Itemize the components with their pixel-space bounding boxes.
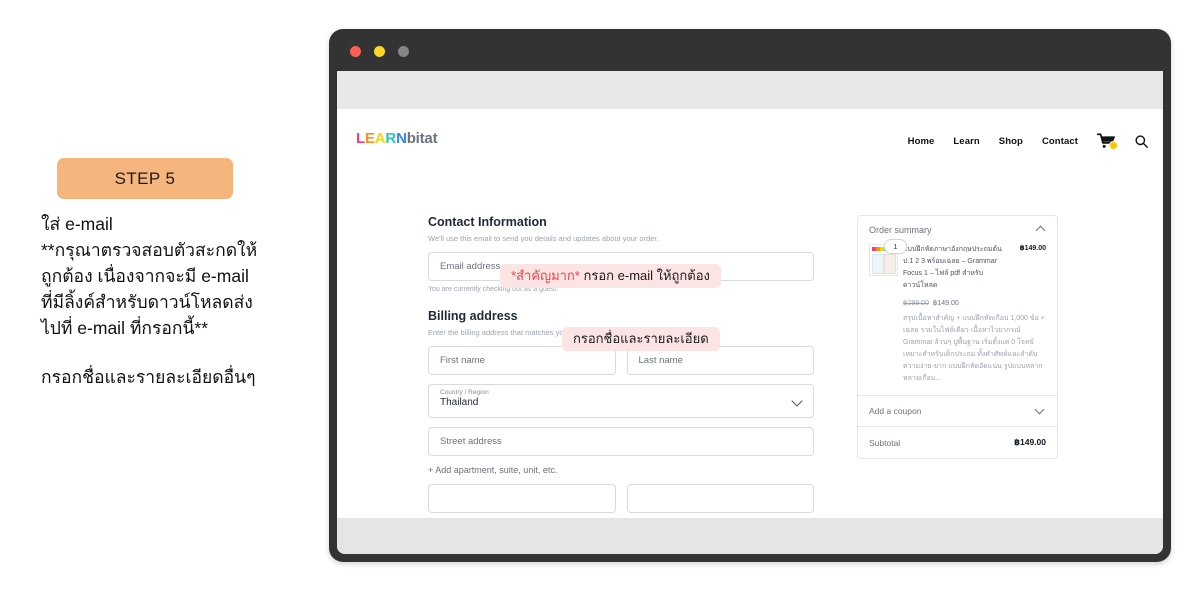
- logo-suffix: bitat: [406, 130, 438, 147]
- chevron-down-icon: [1034, 404, 1045, 415]
- logo-letter-l: L: [356, 130, 365, 147]
- chevron-up-icon: [1035, 225, 1046, 235]
- nav-item-learn[interactable]: Learn: [953, 136, 979, 147]
- name-fields-row: First name Last name: [428, 346, 814, 384]
- country-region-select[interactable]: Country / Region Thailand: [428, 384, 814, 418]
- annotation-email-text: กรอก e-mail ให้ถูกต้อง: [579, 268, 710, 283]
- instruction-line-5: ไปที่ e-mail ที่กรอกนี้**: [41, 317, 209, 338]
- subtotal-value: ฿149.00: [1014, 437, 1046, 448]
- logo-letter-e: E: [364, 130, 375, 147]
- instruction-spacer: [41, 341, 309, 365]
- street-address-placeholder: Street address: [440, 436, 502, 447]
- cart-icon[interactable]: [1096, 133, 1118, 150]
- instruction-final-line: กรอกชื่อและรายละเอียดอื่นๆ: [41, 367, 256, 388]
- country-region-label: Country / Region: [440, 389, 489, 396]
- cart-count-badge: [1109, 141, 1118, 150]
- instruction-line-4: ที่มีลิ้งค์สำหรับดาวน์โหลดส่ง: [41, 291, 253, 312]
- instruction-line-3: ถูกต้อง เนื่องจากจะมี e-mail: [41, 265, 249, 286]
- billing-section-title: Billing address: [428, 309, 518, 323]
- site-nav: Home Learn Shop Contact: [908, 133, 1148, 150]
- browser-window: LEARNbitat Home Learn Shop Contact Conta…: [329, 29, 1171, 562]
- order-line-item: 1 แบบฝึกหัดภาษาอังกฤษประถมต้น ป.1 2 3 พร…: [858, 239, 1057, 395]
- order-item-details: แบบฝึกหัดภาษาอังกฤษประถมต้น ป.1 2 3 พร้อ…: [903, 244, 1046, 395]
- browser-toolbar: [337, 71, 1163, 109]
- page-bottom-fade: [337, 518, 1163, 554]
- product-description: สรุปเนื้อหาสำคัญ + แบบฝึกหัดเกือบ 1,000 …: [903, 315, 1045, 383]
- annotation-email-emphasis: *สำคัญมาก*: [511, 268, 580, 283]
- instruction-panel: STEP 5 ใส่ e-mail **กรุณาตรวจสอบตัวสะกดใ…: [0, 0, 320, 600]
- coupon-label: Add a coupon: [869, 406, 922, 417]
- order-item-topline: แบบฝึกหัดภาษาอังกฤษประถมต้น ป.1 2 3 พร้อ…: [903, 244, 1046, 292]
- thumbnail-page-right: [884, 254, 896, 274]
- search-icon[interactable]: [1135, 134, 1148, 148]
- product-thumbnail-wrap: 1: [869, 239, 907, 395]
- subtotal-row: Subtotal ฿149.00: [858, 426, 1057, 458]
- window-minimize-button[interactable]: [374, 46, 385, 57]
- product-title: แบบฝึกหัดภาษาอังกฤษประถมต้น ป.1 2 3 พร้อ…: [903, 246, 1002, 290]
- instruction-line-2: **กรุณาตรวจสอบตัวสะกดให้: [41, 239, 258, 260]
- instruction-line-1: ใส่ e-mail: [41, 214, 113, 234]
- logo-letter-a: A: [374, 130, 386, 147]
- city-state-row: [428, 484, 814, 522]
- annotation-billing: กรอกชื่อและรายละเอียด: [562, 327, 720, 352]
- instruction-text: ใส่ e-mail **กรุณาตรวจสอบตัวสะกดให้ ถูกต…: [41, 212, 309, 391]
- street-address-field[interactable]: Street address: [428, 427, 814, 456]
- last-name-placeholder: Last name: [638, 355, 683, 366]
- thumbnail-page-left: [872, 254, 884, 274]
- checkout-form: Contact Information We'll use this email…: [428, 215, 814, 522]
- product-old-price: ฿299.00: [903, 300, 929, 308]
- site-header: LEARNbitat Home Learn Shop Contact: [337, 109, 1163, 171]
- contact-section-subtitle: We'll use this email to send you details…: [428, 234, 659, 243]
- product-price: ฿149.00: [1019, 245, 1046, 252]
- annotation-email: *สำคัญมาก* กรอก e-mail ให้ถูกต้อง: [500, 264, 721, 289]
- nav-item-contact[interactable]: Contact: [1042, 136, 1078, 147]
- annotation-billing-text: กรอกชื่อและรายละเอียด: [573, 331, 709, 346]
- order-summary-header[interactable]: Order summary: [858, 216, 1057, 242]
- checkout-page: Contact Information We'll use this email…: [337, 171, 1163, 554]
- country-region-value: Thailand: [440, 397, 479, 409]
- browser-titlebar: [329, 29, 1171, 71]
- nav-item-shop[interactable]: Shop: [999, 136, 1023, 147]
- city-field[interactable]: [428, 484, 616, 513]
- nav-item-home[interactable]: Home: [908, 136, 935, 147]
- email-field-placeholder: Email address: [440, 261, 501, 272]
- subtotal-label: Subtotal: [869, 437, 901, 448]
- quantity-badge: 1: [884, 239, 907, 254]
- product-new-price: ฿149.00: [932, 300, 959, 308]
- step-badge-label: STEP 5: [114, 168, 176, 188]
- coupon-row[interactable]: Add a coupon: [858, 395, 1057, 426]
- order-summary-panel: Order summary 1 แบบฝึกหัดภาษาอังกฤษประถม…: [857, 215, 1058, 460]
- step-badge: STEP 5: [57, 158, 233, 199]
- order-summary-title: Order summary: [869, 225, 932, 235]
- window-maximize-button[interactable]: [398, 46, 409, 57]
- logo-letter-r: R: [385, 130, 397, 147]
- first-name-placeholder: First name: [440, 355, 485, 366]
- product-price-pair: ฿299.00 ฿149.00: [903, 299, 1046, 307]
- add-apartment-link[interactable]: + Add apartment, suite, unit, etc.: [428, 465, 814, 475]
- state-field[interactable]: [626, 484, 814, 513]
- window-close-button[interactable]: [350, 46, 361, 57]
- logo-letter-n: N: [396, 130, 407, 147]
- contact-section-title: Contact Information: [428, 215, 547, 229]
- site-logo[interactable]: LEARNbitat: [356, 130, 438, 147]
- browser-viewport: LEARNbitat Home Learn Shop Contact Conta…: [337, 71, 1163, 554]
